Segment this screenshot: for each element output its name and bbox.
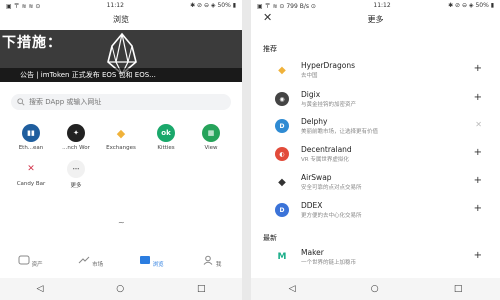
tab-browse[interactable]: 浏览: [121, 255, 182, 277]
decentraland-icon: ◐: [275, 147, 289, 161]
more-screen: ▣ 〒 ≋ ⊙ 799 B/s ⊙ 11:12 ✱ ⊘ ⊖ ◈ 50% ▮ 更多…: [251, 0, 500, 300]
back-button[interactable]: ◁: [36, 284, 43, 294]
search-input[interactable]: [25, 98, 213, 106]
eth-ocean-icon: ▮▮: [22, 124, 40, 142]
market-icon: [79, 256, 90, 264]
status-left: ▣ 〒 ≋ ⊙ 799 B/s ⊙: [257, 2, 316, 10]
search-icon: [17, 98, 25, 106]
app-view[interactable]: ▦ View: [191, 124, 231, 151]
candy-bar-icon: ✕: [22, 160, 40, 178]
app-label: View: [204, 145, 218, 151]
dapp-name: Digix: [301, 90, 321, 99]
home-button[interactable]: ○: [116, 284, 124, 294]
app-candy-bar[interactable]: ✕ Candy Bar: [11, 160, 51, 187]
pull-indicator: ~: [118, 218, 125, 227]
delphy-icon: D: [275, 119, 289, 133]
remove-button[interactable]: ✕: [475, 119, 482, 131]
app-exchanges[interactable]: ◆ Exchanges: [101, 124, 141, 151]
add-button[interactable]: +: [474, 92, 482, 104]
announcement-banner[interactable]: 下措施： 公告 | imToken 正式发布 EOS 包和 EOS...: [0, 30, 242, 82]
dapp-item-hyperdragons[interactable]: ◆ HyperDragons 去中国 +: [273, 60, 488, 80]
dapp-description: 去中国: [301, 73, 318, 79]
browse-screen: ▣ 〒 ≋ ≋ ⊙ 11:12 ✱ ⊘ ⊖ ◈ 50% ▮ 浏览 下措施： 公告…: [0, 0, 242, 300]
status-left: ▣ 〒 ≋ ≋ ⊙: [6, 2, 41, 10]
tab-label: 资产: [31, 262, 43, 268]
more-icon: ⋯: [67, 160, 85, 178]
search-bar[interactable]: [11, 94, 231, 110]
add-button[interactable]: +: [474, 203, 482, 215]
dapp-description: 更方便的去中心化交易所: [301, 213, 362, 219]
app-label: Candy Bar: [16, 181, 46, 187]
dapp-name: Decentraland: [301, 145, 352, 154]
status-time: 11:12: [373, 1, 391, 9]
status-bar: ▣ 〒 ≋ ≋ ⊙ 11:12 ✱ ⊘ ⊖ ◈ 50% ▮: [0, 0, 242, 10]
system-nav-bar: ◁ ○ □: [0, 278, 242, 300]
dapp-description: 安全可靠的点对点交易所: [301, 185, 362, 191]
status-bar: ▣ 〒 ≋ ⊙ 799 B/s ⊙ 11:12 ✱ ⊘ ⊖ ◈ 50% ▮: [251, 0, 500, 10]
dapp-name: AirSwap: [301, 173, 332, 182]
app-label: 更多: [70, 183, 82, 189]
close-button[interactable]: ✕: [263, 11, 272, 24]
wallet-icon: [18, 255, 30, 265]
view-icon: ▦: [202, 124, 220, 142]
tab-label: 浏览: [152, 262, 164, 268]
app-label: Kitties: [157, 145, 175, 151]
home-button[interactable]: ○: [371, 284, 379, 294]
app-kitties[interactable]: ok Kitties: [146, 124, 186, 151]
tab-me[interactable]: 我: [182, 255, 243, 277]
tab-label: 市场: [92, 262, 104, 268]
dapp-description: 一个世界的链上加稳币: [301, 260, 357, 266]
profile-icon: [203, 255, 213, 265]
status-right: ✱ ⊘ ⊖ ◈ 50% ▮: [448, 1, 494, 9]
dapp-name: DDEX: [301, 201, 323, 210]
app-eth-ocean[interactable]: ▮▮ Eth...ean: [11, 124, 51, 151]
add-button[interactable]: +: [474, 147, 482, 159]
tab-assets[interactable]: 资产: [0, 255, 61, 277]
add-button[interactable]: +: [474, 63, 482, 75]
dapp-description: VR 专属世界虚拟化: [301, 157, 349, 163]
system-nav-bar: ◁ ○ □: [251, 278, 500, 300]
recents-button[interactable]: □: [197, 284, 206, 294]
section-latest: 最新: [263, 234, 277, 242]
dapp-name: Maker: [301, 248, 324, 257]
app-label: Eth...ean: [18, 145, 44, 151]
add-button[interactable]: +: [474, 175, 482, 187]
app-label: Exchanges: [106, 145, 136, 151]
bottom-tab-bar: 资产 市场 浏览 我: [0, 255, 242, 277]
recents-button[interactable]: □: [454, 284, 463, 294]
banner-slogan: 下措施：: [2, 35, 62, 51]
digix-icon: ◉: [275, 92, 289, 106]
dapp-item-delphy[interactable]: D Delphy 美丽前瞻市场，让选择更有价值 ✕: [273, 116, 488, 136]
dapp-name: HyperDragons: [301, 61, 356, 70]
dapp-description: 与黄金挂钩的加密资产: [301, 102, 357, 108]
dapp-description: 美丽前瞻市场，让选择更有价值: [301, 129, 379, 135]
dapp-item-digix[interactable]: ◉ Digix 与黄金挂钩的加密资产 +: [273, 89, 488, 109]
exchanges-icon: ◆: [112, 124, 130, 142]
airswap-icon: ◆: [275, 175, 289, 189]
tab-label: 我: [215, 262, 222, 268]
dapp-item-decentraland[interactable]: ◐ Decentraland VR 专属世界虚拟化 +: [273, 144, 488, 164]
crunch-world-icon: ✦: [67, 124, 85, 142]
app-label: ...nch Wor: [62, 145, 90, 151]
page-title: 更多: [367, 14, 384, 24]
add-button[interactable]: +: [474, 250, 482, 262]
section-recommended: 推荐: [263, 45, 277, 53]
status-time: 11:12: [106, 1, 124, 9]
tab-market[interactable]: 市场: [61, 255, 122, 277]
dapp-item-maker[interactable]: M Maker 一个世界的链上加稳币 +: [273, 247, 488, 267]
dapp-item-airswap[interactable]: ◆ AirSwap 安全可靠的点对点交易所 +: [273, 172, 488, 192]
page-title: 浏览: [113, 14, 129, 24]
browser-icon: [139, 256, 150, 264]
back-button[interactable]: ◁: [289, 284, 296, 294]
hyperdragons-icon: ◆: [275, 63, 289, 77]
status-right: ✱ ⊘ ⊖ ◈ 50% ▮: [190, 1, 236, 9]
app-crunch-world[interactable]: ✦ ...nch Wor: [56, 124, 96, 151]
maker-icon: M: [275, 250, 289, 264]
app-more[interactable]: ⋯ 更多: [56, 160, 96, 189]
ddex-icon: D: [275, 203, 289, 217]
dapp-item-ddex[interactable]: D DDEX 更方便的去中心化交易所 +: [273, 200, 488, 220]
dapp-name: Delphy: [301, 117, 328, 126]
banner-caption: 公告 | imToken 正式发布 EOS 包和 EOS...: [0, 68, 242, 82]
kitties-icon: ok: [157, 124, 175, 142]
